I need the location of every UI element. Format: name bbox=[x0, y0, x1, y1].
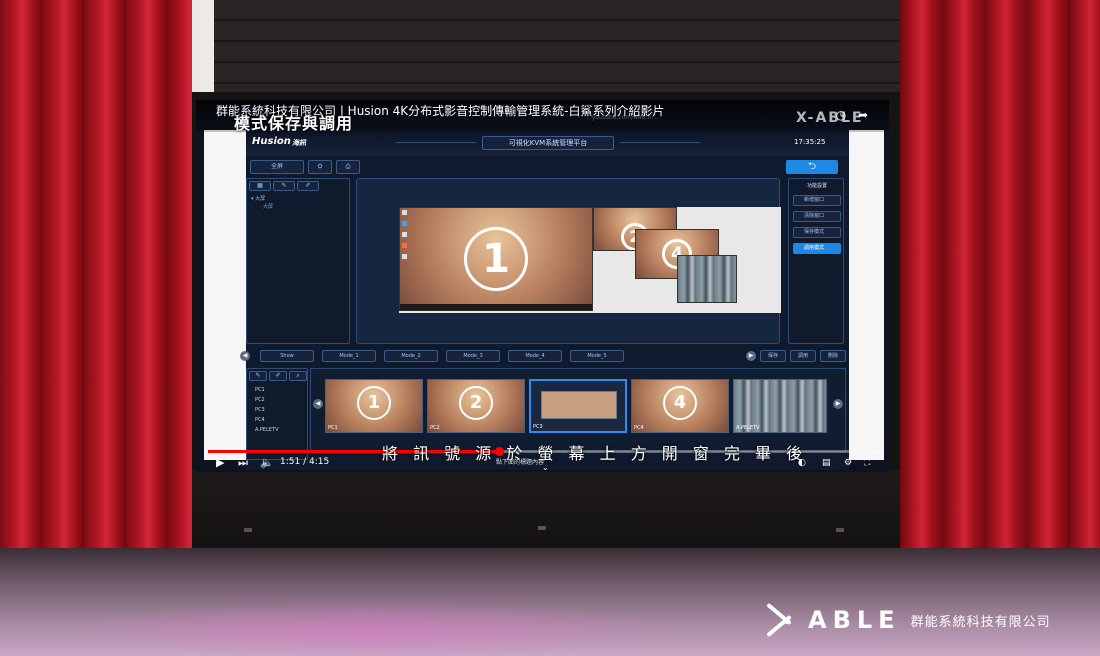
source-list: ✎ ✐ ⌕ PC1 PC2 PC3 PC4 A.PELETV bbox=[246, 368, 308, 460]
function-panel: 功能設置 新增窗口 清除窗口 保存模式 調用模式 bbox=[788, 178, 844, 344]
window-1[interactable]: 1 bbox=[399, 207, 593, 311]
desktop-icons bbox=[402, 210, 408, 306]
mode-1[interactable]: Mode_1 bbox=[322, 350, 376, 362]
load-mode-button[interactable]: 調用模式 bbox=[793, 243, 841, 254]
settings-icon[interactable]: ⚙ bbox=[844, 457, 852, 469]
wall-layout: 1 2 4 bbox=[399, 207, 781, 313]
nested-screen-preview bbox=[541, 391, 617, 419]
panel-mark bbox=[244, 528, 252, 532]
app-clock: 17:35:25 bbox=[794, 138, 826, 146]
function-panel-title: 功能設置 bbox=[806, 183, 827, 189]
source-item[interactable]: A.PELETV bbox=[255, 427, 279, 433]
floor-light bbox=[60, 600, 680, 656]
xable-watermark: X-ABLE bbox=[796, 110, 864, 126]
play-icon[interactable]: ▶ bbox=[216, 457, 224, 469]
source-search[interactable]: ⌕ bbox=[289, 371, 307, 381]
tree-tab-pin[interactable]: ✎ bbox=[273, 181, 295, 191]
add-window-button[interactable]: 新增窗口 bbox=[793, 195, 841, 206]
brand-word: ABLE bbox=[808, 606, 901, 634]
thumb-number: 2 bbox=[459, 386, 493, 421]
thumb-label: PC3 bbox=[533, 424, 543, 430]
thumb-label: PC2 bbox=[430, 425, 440, 431]
fullscreen-button[interactable]: 全屏 bbox=[250, 160, 304, 174]
mode-2[interactable]: Mode_2 bbox=[384, 350, 438, 362]
thumb-number: 1 bbox=[357, 386, 391, 421]
thumbs-next-button[interactable]: ▶ bbox=[833, 399, 843, 409]
taskbar bbox=[400, 304, 592, 310]
tree-root[interactable]: ▾ 大屏 bbox=[251, 195, 265, 202]
city-aerial-image bbox=[678, 256, 736, 302]
wood-panel-lower bbox=[182, 470, 904, 556]
kvm-app: Husion 海訊 可視化KVM系統管理平台 17:35:25 全屏 ⛭ ⎙ ⮌… bbox=[240, 130, 849, 470]
print-button[interactable]: ⎙ bbox=[336, 160, 360, 174]
video-wall-canvas[interactable]: 1 2 4 bbox=[356, 178, 781, 344]
mode-delete-button[interactable]: 刪除 bbox=[820, 350, 846, 362]
brand-company: 群能系統科技有限公司 bbox=[910, 614, 1051, 630]
brand-logo: ABLE 群能系統科技有限公司 bbox=[760, 600, 1051, 640]
back-button[interactable]: ⮌ bbox=[786, 160, 838, 174]
window-number: 1 bbox=[464, 227, 528, 291]
next-icon[interactable]: ⏭ bbox=[238, 457, 248, 469]
panel-mark bbox=[538, 526, 546, 530]
source-item[interactable]: PC3 bbox=[255, 407, 265, 413]
thumb-pc1[interactable]: 1 PC1 bbox=[325, 379, 423, 433]
mode-prev-button[interactable]: ◀ bbox=[240, 351, 250, 361]
header-divider bbox=[396, 142, 476, 143]
tree-tab-edit[interactable]: ✐ bbox=[297, 181, 319, 191]
chevron-down-icon[interactable]: ⌄ bbox=[542, 462, 549, 472]
thumb-label: PC1 bbox=[328, 425, 338, 431]
curtain-right bbox=[900, 0, 1100, 586]
settings-button[interactable]: ⛭ bbox=[308, 160, 332, 174]
thumb-pc4[interactable]: 4 PC4 bbox=[631, 379, 729, 433]
fullscreen-icon[interactable]: ⛶ bbox=[864, 457, 870, 469]
clear-window-button[interactable]: 清除窗口 bbox=[793, 211, 841, 222]
thumb-label: PC4 bbox=[634, 425, 644, 431]
source-item[interactable]: PC2 bbox=[255, 397, 265, 403]
screen-tree-panel: ▦ ✎ ✐ ▾ 大屏 大屏 bbox=[246, 178, 350, 344]
app-logo: Husion bbox=[252, 136, 291, 147]
subtitle-text: 將 訊 號 源 於 螢 幕 上 方 開 窗 完 畢 後 bbox=[382, 444, 808, 463]
app-logo-sub: 海訊 bbox=[292, 139, 306, 147]
thumb-number: 4 bbox=[663, 386, 697, 421]
thumb-pc3[interactable]: PC3 bbox=[529, 379, 627, 433]
save-mode-button[interactable]: 保存模式 bbox=[793, 227, 841, 238]
mode-3[interactable]: Mode_3 bbox=[446, 350, 500, 362]
thumb-label: A.PELETV bbox=[736, 425, 760, 431]
volume-icon[interactable]: 🔈 bbox=[260, 457, 274, 469]
video-screen[interactable]: Husion 海訊 可視化KVM系統管理平台 17:35:25 全屏 ⛭ ⎙ ⮌… bbox=[196, 100, 889, 472]
source-tab-edit[interactable]: ✐ bbox=[269, 371, 287, 381]
source-item[interactable]: PC1 bbox=[255, 387, 265, 393]
wood-panel-upper bbox=[214, 0, 904, 100]
mode-5[interactable]: Mode_5 bbox=[570, 350, 624, 362]
source-tab-pin[interactable]: ✎ bbox=[249, 371, 267, 381]
header-divider bbox=[620, 142, 700, 143]
mode-4[interactable]: Mode_4 bbox=[508, 350, 562, 362]
slide-margin-left bbox=[204, 130, 248, 460]
autoplay-toggle-icon[interactable]: ◐ bbox=[798, 457, 806, 469]
tree-tab-grid[interactable]: ▦ bbox=[249, 181, 271, 191]
mode-show[interactable]: Show bbox=[260, 350, 314, 362]
video-url-hint: ...youtube.com/watch?... bbox=[586, 114, 661, 121]
source-item[interactable]: PC4 bbox=[255, 417, 265, 423]
thumb-pc2[interactable]: 2 PC2 bbox=[427, 379, 525, 433]
mode-next-button[interactable]: ▶ bbox=[746, 351, 756, 361]
share-icon[interactable]: ➦ bbox=[856, 108, 870, 122]
x-logo-icon bbox=[760, 602, 804, 638]
panel-mark bbox=[836, 528, 844, 532]
clock-icon[interactable]: ◷ bbox=[834, 108, 848, 122]
captions-icon[interactable]: ▤ bbox=[822, 457, 831, 469]
window-city[interactable] bbox=[677, 255, 737, 303]
section-caption: 模式保存與調用 bbox=[234, 114, 354, 133]
curtain-left bbox=[0, 0, 192, 586]
info-hint[interactable]: 點下面的標題內容 bbox=[496, 457, 544, 466]
thumb-appletv[interactable]: A.PELETV bbox=[733, 379, 827, 433]
thumbs-prev-button[interactable]: ◀ bbox=[313, 399, 323, 409]
mode-save-button[interactable]: 保存 bbox=[760, 350, 786, 362]
app-title: 可視化KVM系統管理平台 bbox=[482, 136, 614, 150]
slide-margin-right bbox=[848, 130, 884, 460]
mode-load-button[interactable]: 調用 bbox=[790, 350, 816, 362]
tree-child[interactable]: 大屏 bbox=[263, 203, 273, 210]
time-display: 1:51 / 4:15 bbox=[280, 457, 330, 467]
